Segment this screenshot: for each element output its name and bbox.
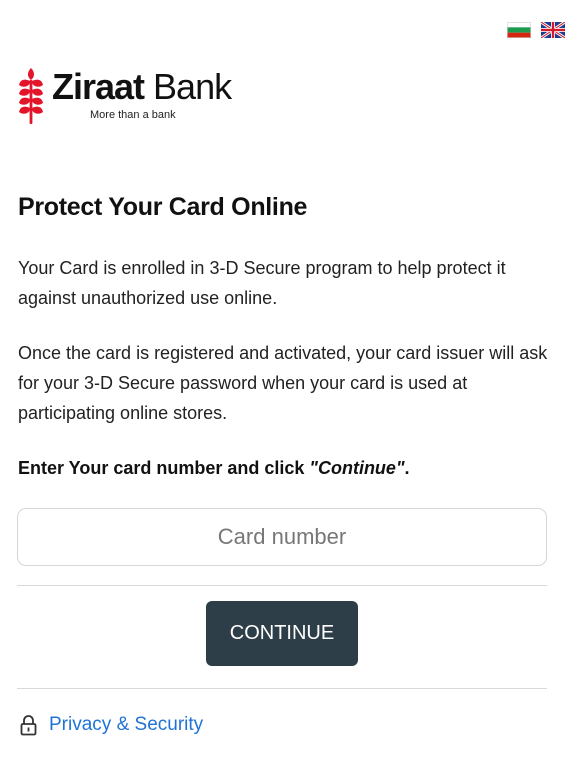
instruction-prefix: Enter Your card number and click: [18, 458, 310, 478]
instruction-text: Enter Your card number and click "Contin…: [18, 458, 410, 479]
divider: [17, 688, 547, 689]
privacy-security-link[interactable]: Privacy & Security: [49, 714, 203, 736]
instruction-emphasis: "Continue": [309, 458, 405, 478]
bulgaria-flag-icon[interactable]: [507, 22, 531, 38]
instruction-suffix: .: [404, 458, 410, 478]
page-title: Protect Your Card Online: [18, 193, 308, 221]
ziraat-bank-logo: Ziraat Bank More than a bank: [18, 66, 232, 128]
language-selector: [507, 22, 565, 38]
brand-name-regular: Bank: [144, 66, 232, 107]
continue-button[interactable]: CONTINUE: [206, 601, 358, 666]
activation-description: Once the card is registered and activate…: [18, 343, 548, 423]
privacy-security-link-group[interactable]: Privacy & Security: [20, 714, 203, 736]
brand-name: Ziraat Bank: [52, 66, 232, 108]
uk-flag-icon[interactable]: [541, 22, 565, 38]
brand-wordmark: Ziraat Bank More than a bank: [52, 66, 232, 121]
brand-tagline: More than a bank: [90, 109, 176, 121]
card-number-input[interactable]: [17, 508, 547, 566]
lock-icon: [20, 715, 37, 736]
enrollment-description: Your Card is enrolled in 3-D Secure prog…: [18, 258, 506, 308]
brand-name-bold: Ziraat: [52, 66, 145, 107]
wheat-logo-icon: [19, 68, 43, 124]
divider: [17, 585, 547, 586]
